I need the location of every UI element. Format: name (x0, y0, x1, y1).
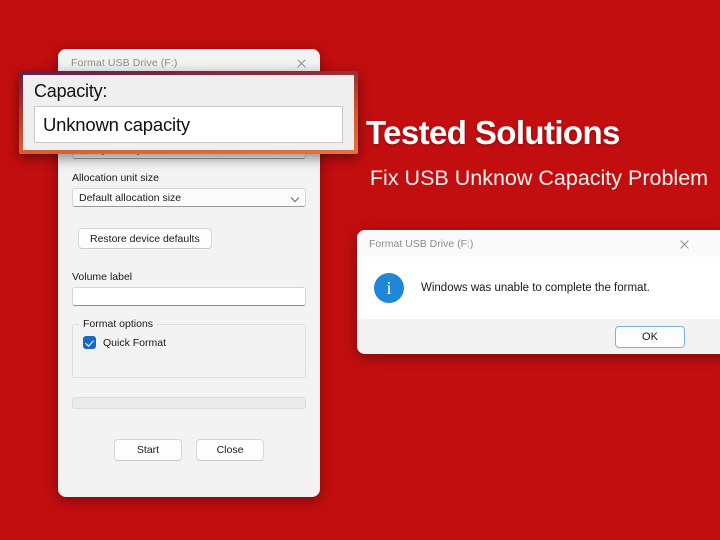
allocation-unit-select[interactable]: Default allocation size (72, 188, 306, 207)
close-dialog-button[interactable]: Close (196, 439, 264, 461)
error-dialog-titlebar: Format USB Drive (F:) (357, 230, 720, 257)
close-icon (296, 58, 307, 69)
allocation-unit-field-group: Allocation unit size Default allocation … (72, 172, 306, 207)
restore-defaults-row: Restore device defaults (72, 228, 306, 249)
start-button[interactable]: Start (114, 439, 182, 461)
volume-label-field-group: Volume label (72, 271, 306, 306)
dialog-button-row: Start Close (72, 439, 306, 461)
format-error-dialog: Format USB Drive (F:) i Windows was unab… (357, 230, 720, 354)
close-icon (679, 239, 690, 250)
capacity-callout-value: Unknown capacity (43, 113, 190, 135)
close-button[interactable] (288, 53, 314, 73)
error-close-button[interactable] (671, 234, 697, 254)
capacity-zoom-callout: Capacity: Unknown capacity (19, 71, 358, 154)
quick-format-label: Quick Format (103, 336, 167, 349)
format-options-legend: Format options (79, 318, 158, 330)
restore-device-defaults-button[interactable]: Restore device defaults (78, 228, 212, 249)
info-icon: i (374, 273, 404, 303)
volume-label-label: Volume label (72, 271, 133, 283)
quick-format-checkbox[interactable] (83, 336, 96, 349)
error-message-area: i Windows was unable to complete the for… (357, 257, 720, 319)
ok-button[interactable]: OK (615, 325, 685, 348)
format-progress-bar (72, 397, 306, 409)
error-message-text: Windows was unable to complete the forma… (421, 282, 650, 294)
error-dialog-footer: OK (357, 319, 720, 354)
format-options-group: Format options Quick Format (72, 318, 306, 378)
quick-format-row[interactable]: Quick Format (83, 336, 295, 349)
allocation-unit-value: Default allocation size (79, 191, 182, 204)
capacity-callout-label: Capacity: (34, 81, 108, 101)
capacity-zoom-callout-inner: Capacity: Unknown capacity (23, 75, 354, 150)
capacity-callout-value-field[interactable]: Unknown capacity (34, 106, 343, 143)
page-title: Tested Solutions (366, 114, 620, 151)
error-dialog-title: Format USB Drive (F:) (369, 237, 474, 250)
chevron-down-icon (292, 195, 299, 202)
volume-label-input[interactable] (72, 287, 306, 306)
format-dialog-title: Format USB Drive (F:) (71, 57, 178, 69)
page-subtitle: Fix USB Unknow Capacity Problem (369, 166, 709, 190)
allocation-unit-label: Allocation unit size (72, 172, 159, 184)
